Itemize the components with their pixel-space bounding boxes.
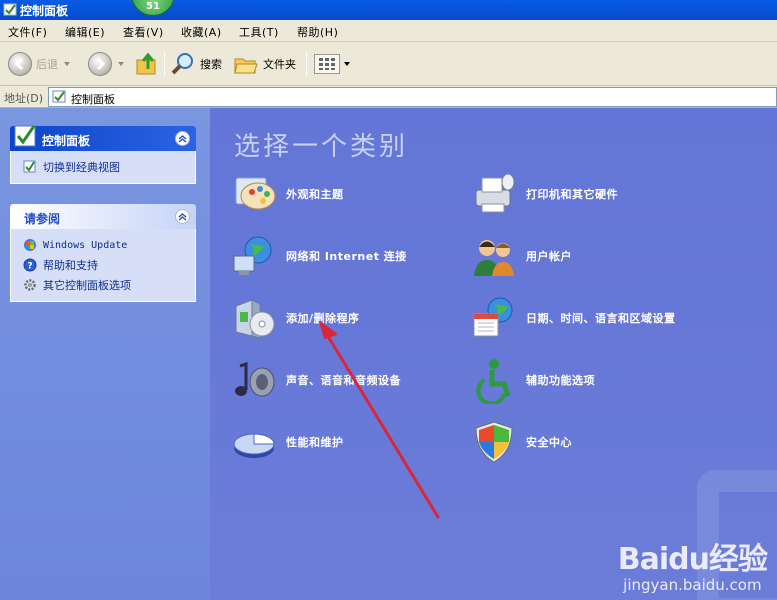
help-support-link[interactable]: ? 帮助和支持 [23,255,195,275]
control-panel-task-header[interactable]: 控制面板 [10,125,196,151]
shield-icon [475,421,513,463]
window-title: 控制面板 [20,4,69,18]
windows-update-icon [24,239,36,251]
control-panel-icon [14,125,36,147]
task-pane: 控制面板 切换到经典视图 请参阅 Windows Update ? 帮助和支持 … [0,108,210,600]
printer-icon [475,173,515,213]
control-panel-icon [3,3,17,16]
windows-update-link[interactable]: Windows Update [23,235,195,255]
category-security-center[interactable]: 安全中心 [470,418,720,466]
see-also-title: 请参阅 [24,212,61,226]
address-bar: 地址(D) 控制面板 [0,86,777,108]
see-also-header[interactable]: 请参阅 [10,204,196,229]
software-box-icon [235,299,275,339]
control-panel-task-title: 控制面板 [42,134,91,148]
watermark-brand: Baidu经验 [617,542,768,577]
control-panel-task-box: 控制面板 切换到经典视图 [10,125,196,184]
folders-button[interactable]: 文件夹 [233,50,296,78]
back-button[interactable]: 后退 [8,50,70,78]
see-also-task-box: 请参阅 Windows Update ? 帮助和支持 其它控制面板选项 [10,204,196,302]
category-performance-maintenance[interactable]: 性能和维护 [230,418,480,466]
other-options-link[interactable]: 其它控制面板选项 [23,275,195,295]
collapse-chevron-icon[interactable] [175,131,190,146]
views-dropdown-icon[interactable] [344,62,350,66]
classic-view-icon [23,160,36,173]
menu-help[interactable]: 帮助(H) [297,24,338,40]
category-sounds-audio[interactable]: 声音、语音和音频设备 [230,356,480,404]
users-icon [474,240,514,276]
category-printers-hardware[interactable]: 打印机和其它硬件 [470,170,720,218]
page-title: 选择一个类别 [234,132,409,162]
category-appearance-themes[interactable]: 外观和主题 [230,170,480,218]
menu-bar: 文件(F) 编辑(E) 查看(V) 收藏(A) 工具(T) 帮助(H) [0,20,777,42]
views-button[interactable] [314,50,350,78]
watermark-url: jingyan.baidu.com [623,576,762,594]
address-value: 控制面板 [71,93,115,106]
control-panel-icon [52,90,66,103]
pie-chart-icon [233,433,275,458]
category-add-remove-programs[interactable]: 添加/删除程序 [230,294,480,342]
category-view: 选择一个类别 外观和主题 打印机和其它硬件 网络和 Internet 连接 用户… [210,108,777,600]
baidu-watermark: Baidu经验 jingyan.baidu.com [617,534,768,594]
back-arrow-icon [8,52,32,76]
up-folder-icon [136,52,156,75]
folders-label: 文件夹 [263,58,296,71]
toolbar-separator [306,52,307,76]
forward-button[interactable] [88,50,124,78]
palette-icon [235,177,276,210]
gear-icon [24,279,36,291]
up-folder-button[interactable] [134,50,160,78]
collapse-chevron-icon[interactable] [175,209,190,224]
views-grid-icon [314,54,340,74]
category-user-accounts[interactable]: 用户帐户 [470,232,720,280]
search-button[interactable]: 搜索 [170,50,222,78]
address-input[interactable]: 控制面板 [48,87,777,107]
category-date-time-language[interactable]: 日期、时间、语言和区域设置 [470,294,720,342]
menu-edit[interactable]: 编辑(E) [65,24,105,40]
notification-badge: 51 [131,0,175,16]
see-also-body: Windows Update ? 帮助和支持 其它控制面板选项 [10,229,196,302]
menu-view[interactable]: 查看(V) [123,24,164,40]
category-network-internet[interactable]: 网络和 Internet 连接 [230,232,480,280]
svg-text:?: ? [27,262,32,272]
switch-classic-view-link[interactable]: 切换到经典视图 [23,157,195,177]
category-accessibility[interactable]: 辅助功能选项 [470,356,720,404]
accessibility-icon [476,359,511,404]
menu-file[interactable]: 文件(F) [8,24,47,40]
calendar-globe-icon [473,297,513,337]
forward-dropdown-icon[interactable] [118,62,124,66]
menu-favorites[interactable]: 收藏(A) [181,24,222,40]
speaker-note-icon [235,361,275,397]
toolbar-separator [164,52,165,76]
toolbar: 后退 搜索 文件夹 [0,42,777,86]
search-label: 搜索 [200,58,222,71]
search-icon [171,53,193,75]
menu-tools[interactable]: 工具(T) [239,24,279,40]
control-panel-task-body: 切换到经典视图 [10,151,196,184]
folders-icon [234,58,258,74]
back-label: 后退 [36,58,58,71]
network-globe-icon [233,236,272,275]
title-bar[interactable]: 控制面板 51 [0,0,777,20]
forward-arrow-icon [88,52,112,76]
back-dropdown-icon[interactable] [64,62,70,66]
address-label: 地址(D) [4,92,44,105]
help-icon: ? [23,258,37,272]
